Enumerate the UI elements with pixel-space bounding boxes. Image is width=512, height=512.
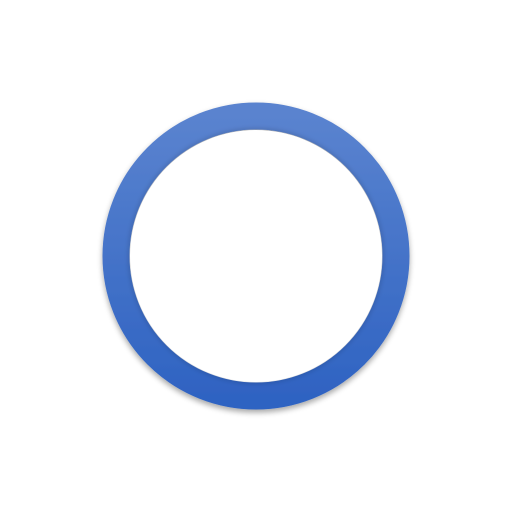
icon-canvas [0, 0, 512, 512]
ring-icon [102, 102, 410, 410]
ring-outline [102, 102, 410, 410]
